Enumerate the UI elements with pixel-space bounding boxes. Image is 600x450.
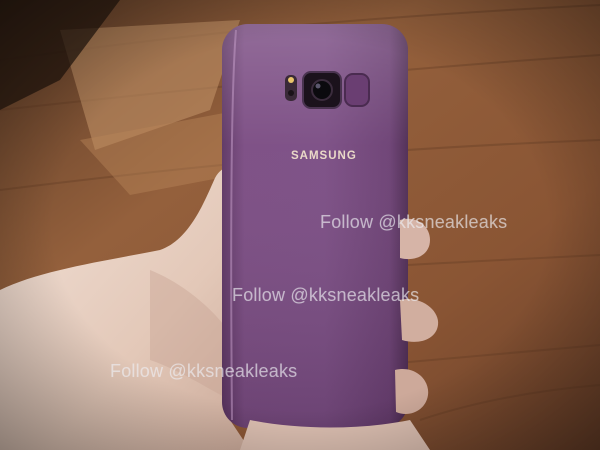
vignette (0, 0, 600, 450)
photo-scene (0, 0, 600, 450)
